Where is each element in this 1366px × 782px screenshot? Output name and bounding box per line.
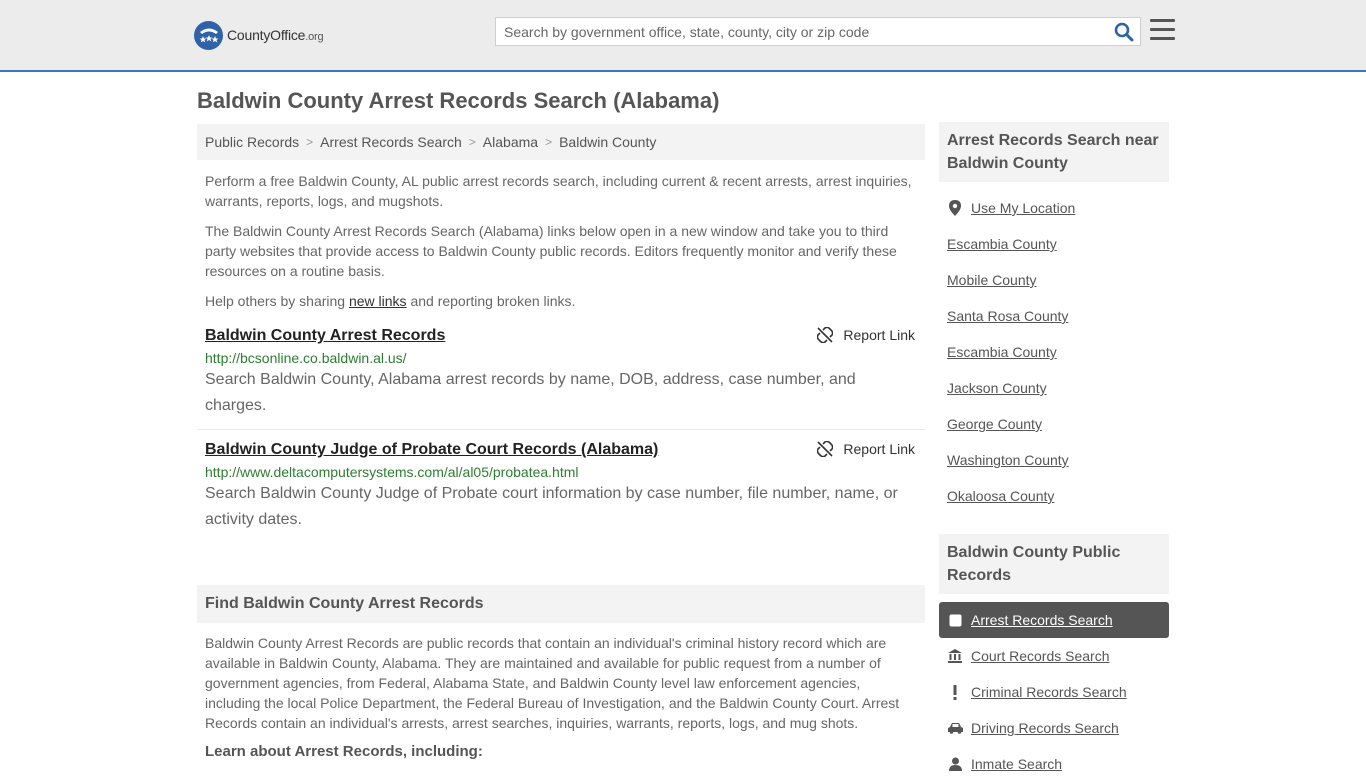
- record-item: Baldwin County Arrest Records Report Lin…: [197, 327, 925, 430]
- hamburger-menu-icon-bar: [1150, 19, 1175, 22]
- nearby-county-link[interactable]: Escambia County: [947, 236, 1057, 252]
- report-link-label: Report Link: [843, 441, 915, 457]
- record-title-link[interactable]: Baldwin County Judge of Probate Court Re…: [205, 441, 658, 459]
- breadcrumb-separator-icon: >: [306, 135, 314, 149]
- new-links-link[interactable]: new links: [349, 293, 407, 309]
- breadcrumb-link-baldwin-county[interactable]: Baldwin County: [559, 134, 656, 150]
- checkbox-icon: [947, 614, 963, 627]
- public-record-item-criminal[interactable]: Criminal Records Search: [939, 674, 1169, 710]
- nearby-county-item[interactable]: Escambia County: [939, 334, 1169, 370]
- learn-about-heading: Learn about Arrest Records, including:: [205, 743, 483, 760]
- breadcrumb-link-arrest-records-search[interactable]: Arrest Records Search: [320, 134, 462, 150]
- nearby-county-item[interactable]: Escambia County: [939, 226, 1169, 262]
- search-bar: [495, 17, 1141, 46]
- find-section-heading: Find Baldwin County Arrest Records: [197, 585, 925, 623]
- record-description: Search Baldwin County, Alabama arrest re…: [205, 371, 856, 414]
- public-record-item-driving[interactable]: Driving Records Search: [939, 710, 1169, 746]
- nearby-county-item[interactable]: Santa Rosa County: [939, 298, 1169, 334]
- broken-link-icon: [817, 327, 834, 343]
- nearby-county-link[interactable]: Okaloosa County: [947, 488, 1054, 504]
- logo-tld: .org: [305, 31, 324, 43]
- nearby-county-link[interactable]: Escambia County: [947, 344, 1057, 360]
- nearby-county-item[interactable]: Mobile County: [939, 262, 1169, 298]
- intro-paragraph: The Baldwin County Arrest Records Search…: [205, 223, 897, 279]
- nearby-county-item[interactable]: Okaloosa County: [939, 478, 1169, 514]
- nearby-county-item[interactable]: Jackson County: [939, 370, 1169, 406]
- intro: Perform a free Baldwin County, AL public…: [197, 171, 925, 311]
- hamburger-menu-button[interactable]: [1150, 19, 1175, 41]
- site-header: CountyOffice.org: [0, 0, 1366, 72]
- report-link-button[interactable]: Report Link: [817, 327, 915, 343]
- page-title: Baldwin County Arrest Records Search (Al…: [197, 88, 720, 113]
- public-record-item-court[interactable]: Court Records Search: [939, 638, 1169, 674]
- exclamation-icon: [947, 684, 963, 700]
- hamburger-menu-icon-bar: [1150, 37, 1175, 40]
- nearby-county-link[interactable]: Mobile County: [947, 272, 1037, 288]
- nearby-county-link[interactable]: Jackson County: [947, 380, 1047, 396]
- nearby-county-item[interactable]: George County: [939, 406, 1169, 442]
- courthouse-icon: [947, 649, 963, 663]
- intro-paragraph: Perform a free Baldwin County, AL public…: [205, 173, 912, 209]
- site-logo[interactable]: CountyOffice.org: [194, 20, 324, 50]
- nearby-county-link[interactable]: Santa Rosa County: [947, 308, 1068, 324]
- nearby-heading: Arrest Records Search near Baldwin Count…: [939, 122, 1169, 182]
- search-icon: [1114, 22, 1134, 42]
- record-item: Baldwin County Judge of Probate Court Re…: [197, 441, 925, 543]
- county-office-logo-icon: [194, 20, 223, 50]
- nearby-county-item[interactable]: Washington County: [939, 442, 1169, 478]
- nearby-county-link[interactable]: Washington County: [947, 452, 1069, 468]
- public-record-link[interactable]: Court Records Search: [971, 648, 1110, 664]
- nearby-county-link[interactable]: George County: [947, 416, 1042, 432]
- map-pin-icon: [947, 200, 963, 216]
- public-record-link[interactable]: Arrest Records Search: [971, 612, 1113, 628]
- search-input[interactable]: [496, 18, 1096, 45]
- public-records-heading: Baldwin County Public Records: [939, 534, 1169, 594]
- record-title-link[interactable]: Baldwin County Arrest Records: [205, 327, 445, 345]
- logo-name: CountyOffice: [227, 27, 306, 43]
- public-record-link[interactable]: Inmate Search: [971, 756, 1062, 772]
- public-record-item-arrest[interactable]: Arrest Records Search: [939, 602, 1169, 638]
- breadcrumb-link-alabama[interactable]: Alabama: [483, 134, 538, 150]
- logo-text: CountyOffice.org: [227, 27, 324, 43]
- public-record-link[interactable]: Driving Records Search: [971, 720, 1119, 736]
- find-section-body: Baldwin County Arrest Records are public…: [205, 635, 900, 731]
- record-description: Search Baldwin County Judge of Probate c…: [205, 485, 898, 528]
- report-link-label: Report Link: [843, 327, 915, 343]
- inmate-icon: [947, 757, 963, 771]
- use-my-location-item[interactable]: Use My Location: [939, 190, 1169, 226]
- record-url: http://bcsonline.co.baldwin.al.us/: [205, 350, 407, 366]
- sharing-text: and reporting broken links.: [406, 293, 576, 309]
- report-link-button[interactable]: Report Link: [817, 441, 915, 457]
- breadcrumb-separator-icon: >: [468, 135, 476, 149]
- record-url: http://www.deltacomputersystems.com/al/a…: [205, 464, 579, 480]
- breadcrumb: Public Records > Arrest Records Search >…: [197, 124, 925, 160]
- intro-sharing-note: Help others by sharing new links and rep…: [205, 291, 917, 311]
- breadcrumb-link-public-records[interactable]: Public Records: [205, 134, 299, 150]
- nearby-list: Use My Location Escambia County Mobile C…: [939, 190, 1169, 514]
- sharing-text: Help others by sharing: [205, 293, 349, 309]
- sidebar: Arrest Records Search near Baldwin Count…: [939, 122, 1169, 782]
- broken-link-icon: [817, 441, 834, 457]
- car-icon: [947, 722, 963, 734]
- public-record-link[interactable]: Criminal Records Search: [971, 684, 1127, 700]
- main-content: Public Records > Arrest Records Search >…: [197, 124, 925, 760]
- public-record-item-inmate[interactable]: Inmate Search: [939, 746, 1169, 782]
- hamburger-menu-icon-bar: [1150, 28, 1175, 31]
- breadcrumb-separator-icon: >: [545, 135, 553, 149]
- public-records-list: Arrest Records Search Court Records Sear…: [939, 602, 1169, 782]
- use-my-location-link[interactable]: Use My Location: [971, 200, 1075, 216]
- search-button[interactable]: [1114, 22, 1134, 42]
